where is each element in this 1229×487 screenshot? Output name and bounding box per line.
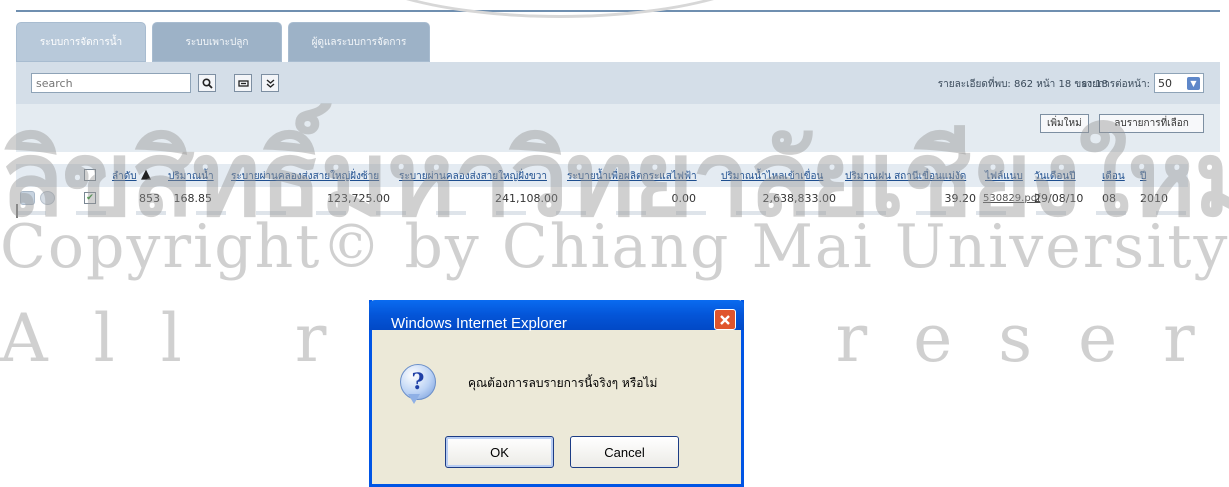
tab-cultivation[interactable]: ระบบเพาะปลูก: [152, 22, 282, 62]
per-page-select[interactable]: 50 ▼: [1154, 73, 1204, 93]
col-power[interactable]: ระบายน้ำเพื่อผลิตกระแสไฟฟ้า: [567, 169, 697, 184]
table-header: ลำดับ ปริมาณน้ำ ระบายผ่านคลองส่งสายใหญ่ฝ…: [16, 164, 1188, 187]
col-year[interactable]: ปี: [1140, 169, 1146, 184]
filter-icon: [237, 79, 249, 87]
add-new-button[interactable]: เพิ่มใหม่: [1040, 114, 1089, 133]
cancel-button[interactable]: Cancel: [570, 436, 679, 468]
cell-power: 0.00: [671, 192, 697, 205]
cell-date: 29/08/10: [1034, 192, 1084, 205]
cell-inflow: 2,638,833.00: [762, 192, 836, 205]
col-date[interactable]: วันเดือนปี: [1034, 169, 1076, 184]
cell-order: 853: [139, 192, 160, 205]
cell-right-canal: 241,108.00: [495, 192, 558, 205]
chevron-down-icon: ▼: [1187, 76, 1200, 90]
expand-button[interactable]: [261, 74, 279, 92]
dialog-message: คุณต้องการลบรายการนี้จริงๆ หรือไม่: [468, 376, 658, 390]
select-all-checkbox[interactable]: [84, 169, 96, 181]
per-page-value: 50: [1158, 76, 1172, 90]
tab-bar: ระบบการจัดการน้ำ ระบบเพาะปลูก ผู้ดูแลระบ…: [16, 22, 436, 62]
table-left-edge: [16, 204, 18, 218]
close-button[interactable]: [714, 309, 736, 330]
row-checkbox[interactable]: ✔: [84, 192, 96, 204]
tab-admin[interactable]: ผู้ดูแลระบบการจัดการ: [288, 22, 430, 62]
search-input[interactable]: [31, 73, 191, 93]
dialog-titlebar[interactable]: Windows Internet Explorer: [369, 300, 744, 332]
col-volume[interactable]: ปริมาณน้ำ: [168, 169, 214, 184]
cell-file-link[interactable]: 530829.pdf: [983, 193, 1041, 204]
view-icon[interactable]: [40, 191, 55, 205]
table-row[interactable]: ✔ 853 168.85 123,725.00 241,108.00 0.00 …: [16, 188, 1188, 210]
dialog-body: ? คุณต้องการลบรายการนี้จริงๆ หรือไม่ OK …: [372, 330, 741, 487]
cell-year: 2010: [1140, 192, 1168, 205]
watermark-copyright: Copyright© by Chiang Mai University: [0, 212, 1229, 282]
chevron-double-down-icon: [266, 78, 274, 88]
col-right-canal[interactable]: ระบายผ่านคลองส่งสายใหญ่ฝั่งขวา: [399, 169, 547, 184]
col-order[interactable]: ลำดับ: [112, 169, 137, 184]
per-page-label: รายการต่อหน้า:: [1081, 79, 1150, 90]
toolbar: รายละเอียดที่พบ: 862 หน้า 18 ของ 18 รายก…: [16, 62, 1220, 104]
cell-month: 08: [1102, 192, 1116, 205]
cell-volume: 168.85: [173, 192, 213, 205]
cell-rain: 39.20: [944, 192, 977, 205]
delete-selected-button[interactable]: ลบรายการที่เลือก: [1099, 114, 1204, 133]
confirm-dialog: Windows Internet Explorer ? คุณต้องการลบ…: [369, 300, 744, 487]
question-icon-tail: [408, 394, 420, 404]
col-rain[interactable]: ปริมาณฝน สถานีเขื่อนแม่งัด: [845, 169, 966, 184]
edit-icon[interactable]: [20, 191, 35, 205]
clipped-table-row: [16, 211, 1188, 215]
sort-arrow-up-icon: ▲: [141, 167, 151, 182]
action-bar: เพิ่มใหม่ ลบรายการที่เลือก: [16, 104, 1220, 152]
close-icon: [720, 314, 730, 325]
col-left-canal[interactable]: ระบายผ่านคลองส่งสายใหญ่ฝั่งซ้าย: [231, 169, 379, 184]
ok-button[interactable]: OK: [445, 436, 554, 468]
tab-water-management[interactable]: ระบบการจัดการน้ำ: [16, 22, 146, 62]
col-file[interactable]: ไฟล์แนบ: [985, 169, 1023, 184]
magnifier-icon: [201, 77, 213, 89]
col-month[interactable]: เดือน: [1102, 169, 1125, 184]
col-inflow[interactable]: ปริมาณน้ำไหลเข้าเขื่อน: [721, 169, 823, 184]
filter-toggle-button[interactable]: [234, 74, 252, 92]
search-button[interactable]: [198, 74, 216, 92]
cell-left-canal: 123,725.00: [327, 192, 390, 205]
